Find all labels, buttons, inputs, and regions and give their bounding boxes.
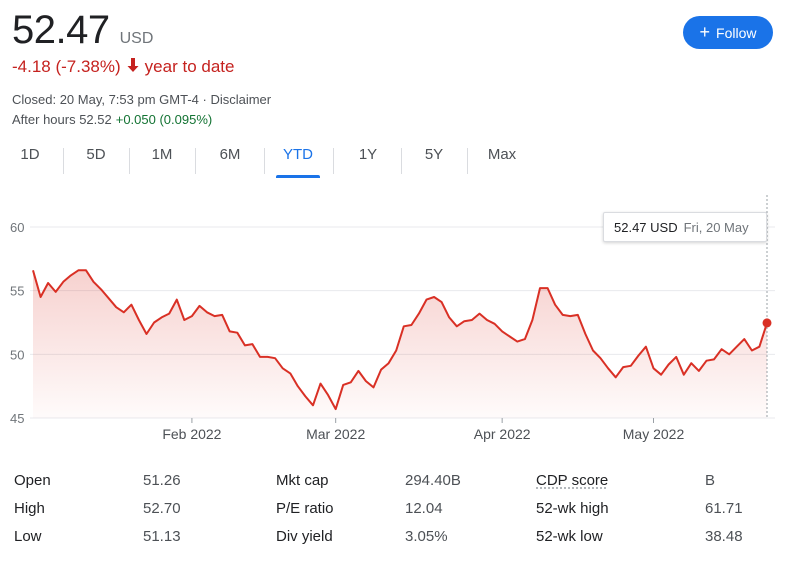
stat-open-value: 51.26 xyxy=(143,472,181,489)
follow-button[interactable]: + Follow xyxy=(683,16,773,49)
tab-1d[interactable]: 1D xyxy=(10,146,50,178)
closed-info: Closed: 20 May, 7:53 pm GMT-4 · Disclaim… xyxy=(12,92,272,107)
tab-6m[interactable]: 6M xyxy=(208,146,252,178)
change-period: year to date xyxy=(144,57,235,76)
stat-52wklow-label: 52-wk low xyxy=(536,528,603,545)
tab-1y[interactable]: 1Y xyxy=(348,146,388,178)
tab-separator xyxy=(129,148,130,174)
tooltip-price: 52.47 USD xyxy=(614,219,678,235)
stat-high-value: 52.70 xyxy=(143,500,181,517)
plus-icon: + xyxy=(699,22,711,42)
stat-pe-label: P/E ratio xyxy=(276,500,334,517)
after-hours-label: After hours 52.52 xyxy=(12,112,112,127)
after-hours-info: After hours 52.52 +0.050 (0.095%) xyxy=(12,112,212,127)
stat-mktcap-label: Mkt cap xyxy=(276,472,329,489)
stat-52wkhigh-label: 52-wk high xyxy=(536,500,609,517)
last-price-dot xyxy=(762,318,772,328)
tab-5y[interactable]: 5Y xyxy=(414,146,454,178)
price-tooltip: 52.47 USD Fri, 20 May xyxy=(603,212,767,242)
tab-ytd[interactable]: YTD xyxy=(276,146,320,178)
y-tick-label: 55 xyxy=(10,284,24,299)
price-header: 52.47 USD xyxy=(12,8,153,53)
tab-separator xyxy=(63,148,64,174)
stat-mktcap-value: 294.40B xyxy=(405,472,461,489)
stat-52wkhigh-value: 61.71 xyxy=(705,500,743,517)
y-tick-label: 45 xyxy=(10,411,24,426)
tab-1m[interactable]: 1M xyxy=(142,146,182,178)
stat-low-value: 51.13 xyxy=(143,528,181,545)
range-tabs: 1D 5D 1M 6M YTD 1Y 5Y Max xyxy=(0,146,540,178)
x-tick-label: Feb 2022 xyxy=(162,426,221,442)
tab-max[interactable]: Max xyxy=(480,146,524,178)
x-tick-label: May 2022 xyxy=(623,426,685,442)
change-value: -4.18 (-7.38%) xyxy=(12,57,121,76)
current-price: 52.47 xyxy=(12,8,110,52)
follow-label: Follow xyxy=(716,24,757,41)
stat-52wklow-value: 38.48 xyxy=(705,528,743,545)
price-change: -4.18 (-7.38%) year to date xyxy=(12,57,234,77)
arrow-down-icon xyxy=(127,57,139,77)
y-tick-label: 50 xyxy=(10,347,24,362)
after-hours-change: +0.050 (0.095%) xyxy=(115,112,213,127)
tab-separator xyxy=(467,148,468,174)
x-tick-label: Apr 2022 xyxy=(474,426,531,442)
price-area xyxy=(33,270,767,418)
tab-separator xyxy=(333,148,334,174)
currency-label: USD xyxy=(119,30,154,47)
y-tick-label: 60 xyxy=(10,220,24,235)
stat-cdp-value: B xyxy=(705,472,716,489)
stat-cdp-label[interactable]: CDP score xyxy=(536,472,608,489)
tab-separator xyxy=(401,148,402,174)
stat-divyield-label: Div yield xyxy=(276,528,333,545)
stat-pe-value: 12.04 xyxy=(405,500,443,517)
stat-open-label: Open xyxy=(14,472,51,489)
tooltip-date: Fri, 20 May xyxy=(683,219,749,235)
active-tab-indicator xyxy=(276,175,320,178)
tab-5d[interactable]: 5D xyxy=(76,146,116,178)
stat-low-label: Low xyxy=(14,528,42,545)
stat-high-label: High xyxy=(14,500,45,517)
tab-separator xyxy=(195,148,196,174)
tab-separator xyxy=(264,148,265,174)
x-tick-label: Mar 2022 xyxy=(306,426,365,442)
stat-divyield-value: 3.05% xyxy=(405,528,448,545)
